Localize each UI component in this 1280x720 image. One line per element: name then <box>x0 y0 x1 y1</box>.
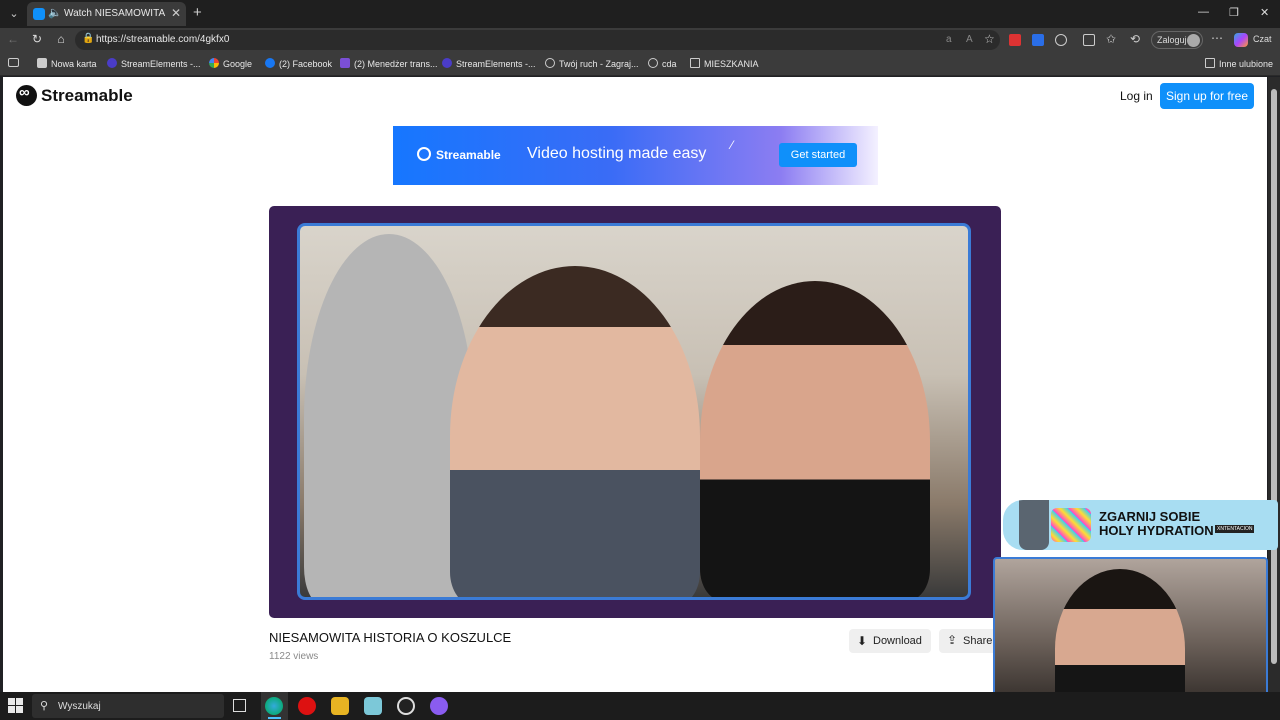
chat-icon <box>340 58 350 68</box>
folder-icon <box>690 58 700 68</box>
home-icon[interactable]: ⌂ <box>53 32 69 46</box>
address-bar-row: ← ↻ ⌂ 🔒 https://streamable.com/4gkfx0 a … <box>0 28 1280 52</box>
favorite-star-icon[interactable]: ☆ <box>984 32 995 46</box>
close-window-button[interactable]: ✕ <box>1260 6 1269 19</box>
streamelements-icon <box>107 58 117 68</box>
taskbar-search-label: Wyszukaj <box>58 701 101 712</box>
view-count: 1122 views <box>269 651 319 662</box>
bookmark-google[interactable]: Google <box>209 58 252 72</box>
collections-icon[interactable] <box>8 58 19 67</box>
download-button[interactable]: ⬇ Download <box>849 629 931 653</box>
favorites-icon[interactable]: ✩ <box>1106 32 1116 46</box>
translate-icon[interactable]: a <box>946 34 952 45</box>
extensions-puzzle-icon[interactable] <box>1055 34 1067 46</box>
streaming-app-icon[interactable] <box>430 697 448 715</box>
profile-login-label: Zaloguj <box>1157 35 1187 45</box>
avatar <box>1187 34 1200 47</box>
url-text: https://streamable.com/4gkfx0 <box>96 34 230 45</box>
windows-taskbar: ⚲ Wyszukaj <box>0 692 1280 720</box>
file-explorer-icon[interactable] <box>331 697 349 715</box>
tab-bar: ⌄ 🔈 Watch NIESAMOWITA HISTORIA O KOSZULC… <box>0 0 1280 28</box>
stream-ad-overlay: ZGARNIJ SOBIE HOLY HYDRATION XNTENTACION <box>1003 500 1278 550</box>
bookmark-facebook[interactable]: (2) Facebook <box>265 58 332 72</box>
bookmark-nowa-karta[interactable]: Nowa karta <box>37 58 97 72</box>
banner-headline: Video hosting made easy <box>527 145 707 162</box>
bookmark-streamelements-2[interactable]: StreamElements -... <box>442 58 536 72</box>
history-icon[interactable]: ⟲ <box>1130 32 1140 46</box>
read-aloud-icon[interactable]: A <box>966 34 973 45</box>
minimize-button[interactable]: — <box>1198 6 1209 18</box>
tab-title: Watch NIESAMOWITA HISTORIA O KOSZULCE <box>64 8 168 19</box>
get-started-button[interactable]: Get started <box>779 143 857 167</box>
folder-icon <box>1205 58 1215 68</box>
google-icon <box>209 58 219 68</box>
facebook-icon <box>265 58 275 68</box>
reload-icon[interactable]: ↻ <box>29 32 45 46</box>
video-frame <box>297 223 971 600</box>
bookmark-cda[interactable]: cda <box>648 58 677 72</box>
promo-banner[interactable]: Streamable Video hosting made easy ⁄ Get… <box>393 126 878 185</box>
url-field[interactable]: 🔒 https://streamable.com/4gkfx0 a A ☆ <box>75 30 1000 50</box>
copilot-label: Czat <box>1253 34 1272 44</box>
windows-start-icon[interactable] <box>8 698 24 714</box>
shaker-bottle-icon <box>1019 500 1049 550</box>
tab-active[interactable]: 🔈 Watch NIESAMOWITA HISTORIA O KOSZULCE … <box>27 2 186 26</box>
taskbar-search[interactable]: ⚲ Wyszukaj <box>32 694 224 718</box>
person-center <box>450 266 700 597</box>
streamable-logo-icon <box>417 147 431 161</box>
streamelements-icon <box>442 58 452 68</box>
person-hoodie <box>304 234 474 597</box>
scrollbar-thumb[interactable] <box>1271 89 1277 664</box>
bookmarks-bar: Nowa karta StreamElements -... Google (2… <box>0 52 1280 76</box>
banner-brand: Streamable <box>436 148 501 162</box>
ad-badge: XNTENTACION <box>1215 525 1255 533</box>
new-tab-button[interactable]: + <box>193 4 202 21</box>
split-screen-icon[interactable] <box>1083 34 1095 46</box>
lock-icon[interactable]: 🔒 <box>82 33 94 44</box>
other-favorites[interactable]: Inne ulubione <box>1205 58 1273 72</box>
speaker-icon[interactable]: 🔈 <box>48 6 62 19</box>
copilot-icon <box>1234 33 1248 47</box>
person-right <box>700 281 930 597</box>
share-icon: ⇪ <box>947 633 958 647</box>
signup-button[interactable]: Sign up for free <box>1160 83 1254 109</box>
page-icon <box>37 58 47 68</box>
download-icon: ⬇ <box>857 634 868 648</box>
share-label: Share <box>963 635 993 647</box>
tab-actions-chevron-icon[interactable]: ⌄ <box>4 4 24 24</box>
opera-icon[interactable] <box>298 697 316 715</box>
more-options-icon[interactable]: ⋯ <box>1211 31 1223 45</box>
streamable-favicon-icon <box>33 8 45 20</box>
globe-icon <box>648 58 658 68</box>
bookmark-twoj-ruch[interactable]: Twój ruch - Zagraj... <box>545 58 639 72</box>
download-label: Download <box>873 635 922 647</box>
search-icon: ⚲ <box>40 700 49 712</box>
sparkle-icon: ⁄ <box>731 138 734 152</box>
copilot-button[interactable]: Czat <box>1234 32 1274 48</box>
ad-headline: ZGARNIJ SOBIE HOLY HYDRATION <box>1099 509 1214 538</box>
login-link[interactable]: Log in <box>1120 89 1153 103</box>
logo-text: Streamable <box>41 86 133 105</box>
back-icon[interactable]: ← <box>5 32 21 46</box>
extension-icon[interactable] <box>1009 34 1021 46</box>
extension-shield-icon[interactable] <box>1032 34 1044 46</box>
bookmark-streamelements-1[interactable]: StreamElements -... <box>107 58 201 72</box>
edge-icon[interactable] <box>265 697 283 715</box>
video-title: NIESAMOWITA HISTORIA O KOSZULCE <box>269 630 512 645</box>
bookmark-menedzer[interactable]: (2) Menedżer trans... <box>340 58 438 72</box>
bookmark-mieszkania[interactable]: MIESZKANIA <box>690 58 759 72</box>
product-splash-image <box>1051 508 1091 542</box>
profile-login-button[interactable]: Zaloguj <box>1151 31 1203 49</box>
restore-button[interactable]: ❐ <box>1229 6 1239 19</box>
obs-icon[interactable] <box>397 697 415 715</box>
streamable-logo-icon <box>16 84 37 106</box>
app-icon[interactable] <box>364 697 382 715</box>
tab-close-icon[interactable]: ✕ <box>171 6 181 20</box>
page-scrollbar[interactable] <box>1268 77 1280 692</box>
video-player[interactable] <box>269 206 1001 618</box>
task-view-icon[interactable] <box>233 699 246 712</box>
globe-icon <box>545 58 555 68</box>
